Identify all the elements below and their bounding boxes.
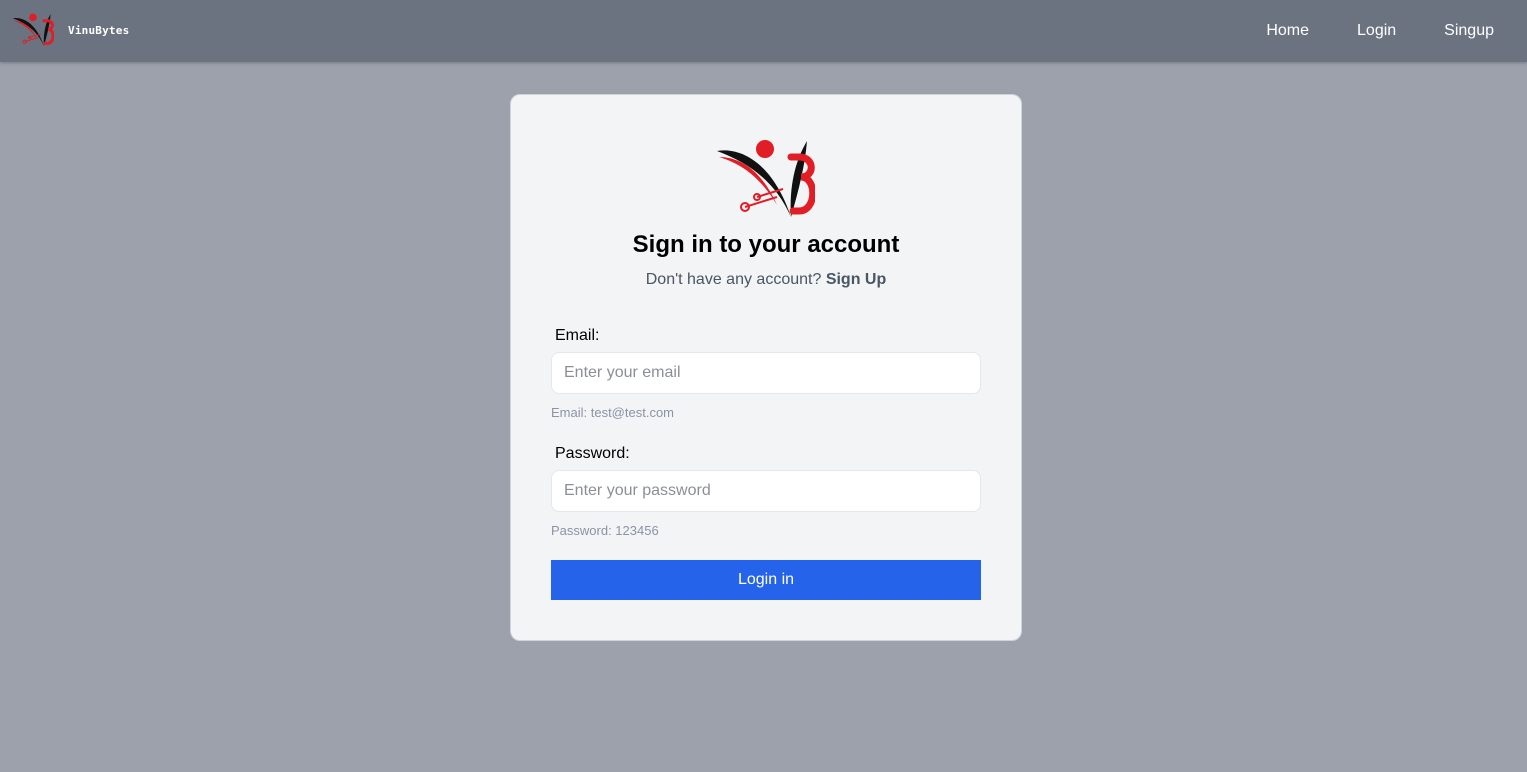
vinubytes-logo-icon bbox=[717, 140, 815, 217]
login-button[interactable]: Login in bbox=[551, 560, 981, 600]
top-navbar: VinuBytes Home Login Singup bbox=[0, 0, 1527, 62]
nav-link-login[interactable]: Login bbox=[1357, 22, 1396, 40]
vinubytes-logo-icon bbox=[12, 13, 54, 46]
nav-link-home[interactable]: Home bbox=[1266, 22, 1309, 40]
email-label: Email: bbox=[555, 327, 600, 344]
signup-prompt-text: Don't have any account? bbox=[645, 271, 822, 288]
nav-link-signup[interactable]: Singup bbox=[1444, 22, 1494, 40]
signup-link[interactable]: Sign Up bbox=[826, 271, 886, 288]
signup-prompt: Don't have any account? Sign Up bbox=[511, 271, 1021, 289]
login-card: Sign in to your account Don't have any a… bbox=[510, 94, 1022, 641]
page-title: Sign in to your account bbox=[632, 231, 900, 258]
password-input[interactable] bbox=[551, 470, 981, 512]
brand-link[interactable]: VinuBytes bbox=[12, 10, 129, 50]
nav-links: Home Login Singup bbox=[1218, 0, 1494, 62]
brand-name: VinuBytes bbox=[68, 23, 130, 37]
password-label: Password: bbox=[555, 445, 630, 462]
email-input[interactable] bbox=[551, 352, 981, 394]
email-hint: Email: test@test.com bbox=[551, 405, 675, 420]
password-hint: Password: 123456 bbox=[551, 523, 659, 538]
